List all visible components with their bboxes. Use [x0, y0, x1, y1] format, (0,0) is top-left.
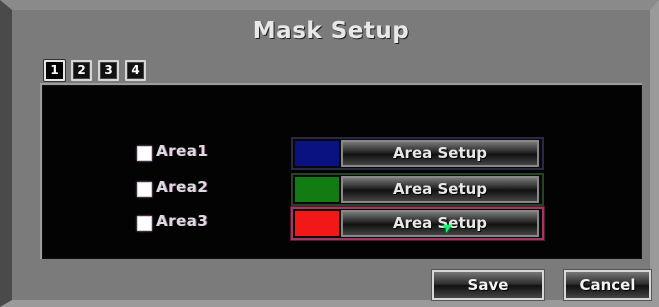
area-1-checkbox[interactable] [137, 146, 152, 161]
area-row-3: Area3 Area Setup ➤ [42, 207, 642, 240]
mouse-pointer-icon: ➤ [439, 218, 457, 237]
mask-area-panel: Area1 Area Setup Area2 Area Setup Area3 … [40, 83, 642, 259]
tab-2[interactable]: 2 [71, 60, 92, 81]
tab-1[interactable]: 1 [44, 60, 65, 81]
area-row-2: Area2 Area Setup [42, 173, 642, 206]
tab-3[interactable]: 3 [98, 60, 119, 81]
area-1-setup-button[interactable]: Area Setup [341, 140, 539, 167]
area-3-setup-button[interactable]: Area Setup ➤ [341, 210, 539, 237]
mask-setup-dialog: Mask Setup 1 2 3 4 Area1 Area Setup Area… [0, 0, 659, 307]
area-row-1: Area1 Area Setup [42, 137, 642, 170]
area-3-setup-group: Area Setup ➤ [291, 207, 544, 240]
area-2-color-swatch [295, 177, 339, 202]
dialog-title: Mask Setup [252, 18, 410, 44]
area-3-checkbox[interactable] [137, 216, 152, 231]
area-3-color-swatch [295, 211, 339, 236]
cancel-button[interactable]: Cancel [564, 270, 651, 300]
area-2-setup-group: Area Setup [291, 173, 544, 206]
area-2-checkbox[interactable] [137, 182, 152, 197]
area-3-label: Area3 [156, 212, 209, 230]
area-2-setup-button[interactable]: Area Setup [341, 176, 539, 203]
area-1-color-swatch [295, 141, 339, 166]
area-1-label: Area1 [156, 142, 209, 160]
area-1-setup-group: Area Setup [291, 137, 544, 170]
tab-strip: 1 2 3 4 [44, 60, 146, 84]
tab-4[interactable]: 4 [125, 60, 146, 81]
save-button[interactable]: Save [432, 270, 544, 300]
area-2-label: Area2 [156, 178, 209, 196]
